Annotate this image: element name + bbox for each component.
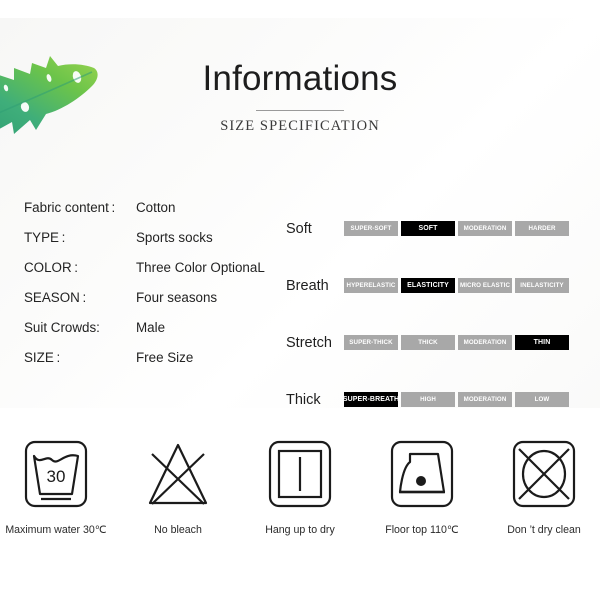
- wash-temp-label: 30: [47, 467, 66, 486]
- spec-key: TYPE :: [24, 230, 66, 245]
- scale-cell[interactable]: THICK: [401, 335, 455, 350]
- scale-cell-active[interactable]: ELASTICITY: [401, 278, 455, 293]
- care-item-hang-dry: Hang up to dry: [250, 440, 350, 536]
- scale-cell-active[interactable]: SUPER-BREATH: [343, 392, 399, 407]
- spec-value: Four seasons: [136, 290, 218, 305]
- care-icon-strip: 30 Maximum water 30℃ No bleach Hang up t…: [0, 440, 600, 536]
- care-instructions-panel: 30 Maximum water 30℃ No bleach Hang up t…: [0, 418, 600, 600]
- care-caption: Floor top 110℃: [385, 524, 459, 536]
- wash-tub-30-icon: 30: [22, 440, 90, 510]
- scale-cell[interactable]: MICRO ELASTIC: [458, 278, 512, 293]
- scale-cell[interactable]: MODERATION: [458, 221, 512, 236]
- rating-scale: SUPER-BREATH HIGH MODERATION LOW: [343, 392, 569, 407]
- spec-row: COLOR : Three Color OptionaL: [24, 260, 274, 290]
- care-caption: Maximum water 30℃: [5, 524, 107, 536]
- scale-cell[interactable]: SUPER-THICK: [344, 335, 398, 350]
- spec-value: Three Color OptionaL: [136, 260, 265, 275]
- scale-cell-active[interactable]: SOFT: [401, 221, 455, 236]
- spec-key: Fabric content :: [24, 200, 116, 215]
- scale-cell[interactable]: HYPERELASTIC: [344, 278, 398, 293]
- rating-row-soft: Soft SUPER-SOFT SOFT MODERATION HARDER: [286, 200, 586, 257]
- specification-list: Fabric content : Cotton TYPE : Sports so…: [24, 200, 274, 380]
- scale-cell[interactable]: MODERATION: [458, 392, 512, 407]
- scale-cell[interactable]: INELASTICITY: [515, 278, 569, 293]
- spec-value: Sports socks: [136, 230, 213, 245]
- spec-row: SIZE : Free Size: [24, 350, 274, 380]
- spec-row: SEASON : Four seasons: [24, 290, 274, 320]
- rating-row-thick: Thick SUPER-BREATH HIGH MODERATION LOW: [286, 371, 586, 408]
- iron-one-dot-icon: [388, 440, 456, 510]
- rating-list: Soft SUPER-SOFT SOFT MODERATION HARDER B…: [286, 200, 586, 408]
- page-subtitle: SIZE SPECIFICATION: [220, 117, 380, 134]
- spec-value: Cotton: [136, 200, 176, 215]
- scale-cell[interactable]: HARDER: [515, 221, 569, 236]
- care-caption: Don ’t dry clean: [507, 524, 581, 536]
- rating-label: Breath: [286, 277, 329, 294]
- page-title: Informations: [202, 59, 398, 98]
- information-panel: Informations SIZE SPECIFICATION Fabric c…: [0, 18, 600, 408]
- title-divider: [256, 109, 344, 111]
- title-block: Informations SIZE SPECIFICATION: [0, 59, 600, 135]
- care-item-dry-clean: Don ’t dry clean: [494, 440, 594, 536]
- care-item-iron: Floor top 110℃: [372, 440, 472, 536]
- scale-cell[interactable]: MODERATION: [458, 335, 512, 350]
- rating-scale: SUPER-THICK THICK MODERATION THIN: [344, 335, 569, 350]
- spec-row: TYPE : Sports socks: [24, 230, 274, 260]
- spec-key: Suit Crowds:: [24, 320, 100, 335]
- spec-value: Free Size: [136, 350, 194, 365]
- rating-row-stretch: Stretch SUPER-THICK THICK MODERATION THI…: [286, 314, 586, 371]
- scale-cell-active[interactable]: THIN: [515, 335, 569, 350]
- rating-label: Stretch: [286, 334, 332, 351]
- hang-dry-icon: [266, 440, 334, 510]
- rating-scale: HYPERELASTIC ELASTICITY MICRO ELASTIC IN…: [344, 278, 569, 293]
- rating-scale: SUPER-SOFT SOFT MODERATION HARDER: [344, 221, 569, 236]
- spec-row: Fabric content : Cotton: [24, 200, 274, 230]
- spec-value: Male: [136, 320, 166, 335]
- no-bleach-icon: [144, 440, 212, 510]
- no-dry-clean-icon: [510, 440, 578, 510]
- rating-row-breath: Breath HYPERELASTIC ELASTICITY MICRO ELA…: [286, 257, 586, 314]
- rating-label: Thick: [286, 391, 321, 408]
- spec-key: SIZE :: [24, 350, 61, 365]
- care-caption: Hang up to dry: [265, 524, 335, 536]
- scale-cell[interactable]: SUPER-SOFT: [344, 221, 398, 236]
- scale-cell[interactable]: LOW: [515, 392, 569, 407]
- care-item-bleach: No bleach: [128, 440, 228, 536]
- spec-key: SEASON :: [24, 290, 87, 305]
- care-item-wash: 30 Maximum water 30℃: [5, 440, 107, 536]
- care-caption: No bleach: [154, 524, 202, 536]
- rating-label: Soft: [286, 220, 312, 237]
- spec-row: Suit Crowds: Male: [24, 320, 274, 350]
- scale-cell[interactable]: HIGH: [401, 392, 455, 407]
- spec-key: COLOR :: [24, 260, 79, 275]
